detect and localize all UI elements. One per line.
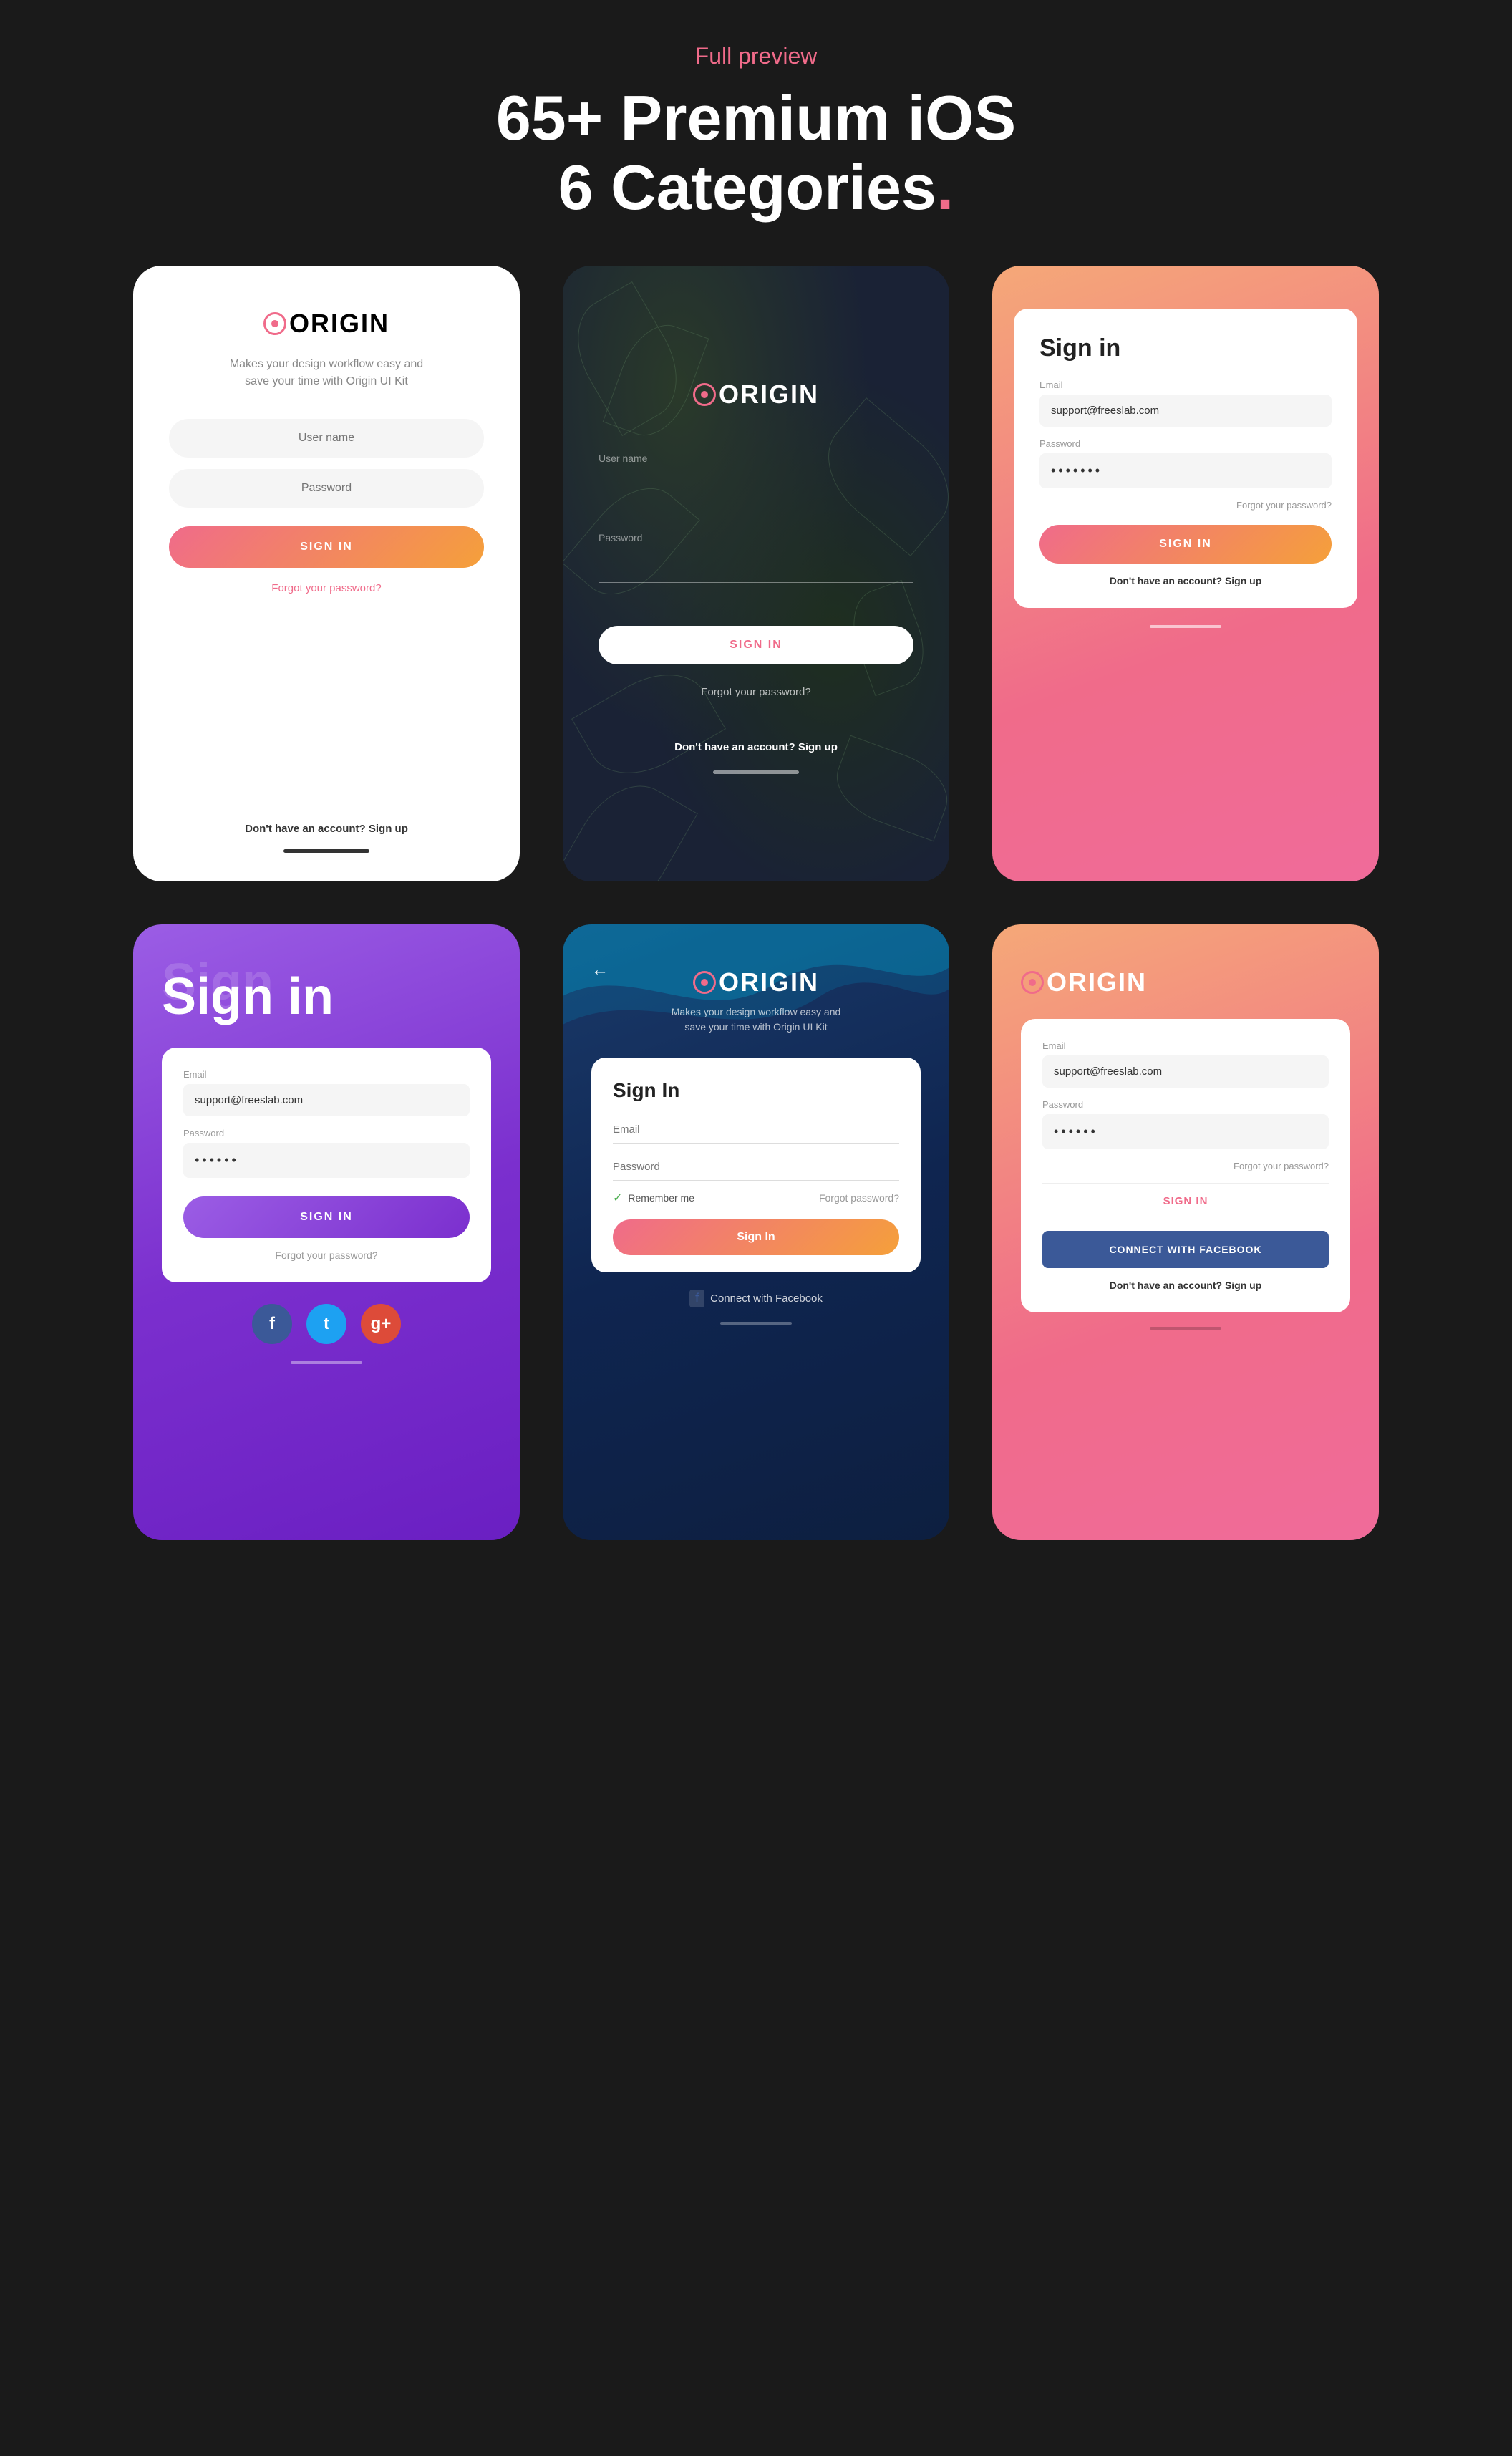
phone3-home-indicator bbox=[1150, 625, 1221, 628]
fb-small-icon: f bbox=[689, 1290, 704, 1307]
phone6-email-label: Email bbox=[1042, 1040, 1329, 1051]
phone3-signin-button[interactable]: SIGN IN bbox=[1040, 525, 1332, 564]
phone4-home-indicator bbox=[291, 1361, 362, 1364]
phone3-password-label: Password bbox=[1040, 438, 1332, 449]
phone2-signin-button[interactable]: SIGN IN bbox=[598, 626, 914, 664]
check-icon: ✓ bbox=[613, 1191, 622, 1205]
phone6-password-input[interactable] bbox=[1042, 1114, 1329, 1149]
logo-icon-1 bbox=[263, 312, 286, 335]
phone5-home-indicator bbox=[720, 1322, 792, 1325]
phone-2-dark: ORIGIN User name Password SIGN IN Forgot… bbox=[563, 266, 949, 881]
phone5-card: Sign In ✓ Remember me Forgot password? S… bbox=[591, 1058, 921, 1272]
phone-1-white: ORIGIN Makes your design workflow easy a… bbox=[133, 266, 520, 881]
twitter-icon[interactable]: t bbox=[306, 1304, 346, 1344]
phone5-connect-fb[interactable]: f Connect with Facebook bbox=[689, 1290, 823, 1307]
header-subtitle: Full preview bbox=[496, 43, 1016, 69]
phone4-signin-button[interactable]: SIGN IN bbox=[183, 1196, 470, 1238]
phone5-signin-button[interactable]: Sign In bbox=[613, 1219, 899, 1255]
phone5-logo: ORIGIN bbox=[693, 967, 819, 997]
phone-grid-row1: ORIGIN Makes your design workflow easy a… bbox=[133, 266, 1379, 881]
phone1-signin-button[interactable]: SIGN IN bbox=[169, 526, 484, 568]
phone-4-purple: Sign Sign in Email Password SIGN IN Forg… bbox=[133, 924, 520, 1540]
phone5-remember-row: ✓ Remember me Forgot password? bbox=[613, 1191, 899, 1205]
phone-3-coral: Sign in Email Password Forgot your passw… bbox=[992, 266, 1379, 881]
phone4-social-icons: f t g+ bbox=[162, 1304, 491, 1344]
phone6-password-label: Password bbox=[1042, 1099, 1329, 1110]
phone2-forgot-link[interactable]: Forgot your password? bbox=[701, 686, 810, 698]
phone4-title: Sign in bbox=[162, 967, 491, 1026]
phone4-forgot-link[interactable]: Forgot your password? bbox=[183, 1249, 470, 1261]
phone1-tagline: Makes your design workflow easy andsave … bbox=[230, 356, 423, 390]
phone2-username-label: User name bbox=[598, 453, 914, 464]
phone-6-coral2: ORIGIN Email Password Forgot your passwo… bbox=[992, 924, 1379, 1540]
phone2-username-input[interactable] bbox=[598, 468, 914, 503]
phone3-card-title: Sign in bbox=[1040, 334, 1332, 362]
phone4-email-input[interactable] bbox=[183, 1084, 470, 1116]
phone1-username-input[interactable] bbox=[169, 419, 484, 458]
phone5-email-input[interactable] bbox=[613, 1116, 899, 1144]
phone2-content: ORIGIN User name Password SIGN IN Forgot… bbox=[598, 379, 914, 774]
phone6-email-input[interactable] bbox=[1042, 1055, 1329, 1088]
googleplus-icon[interactable]: g+ bbox=[361, 1304, 401, 1344]
phone4-password-label: Password bbox=[183, 1128, 470, 1138]
phone1-home-indicator bbox=[284, 849, 369, 853]
phone5-forgot-link[interactable]: Forgot password? bbox=[819, 1192, 899, 1204]
phone3-password-input[interactable] bbox=[1040, 453, 1332, 488]
phone3-email-input[interactable] bbox=[1040, 395, 1332, 427]
phone1-password-input[interactable] bbox=[169, 469, 484, 508]
phone5-content: ← ORIGIN Makes your design workflow easy… bbox=[591, 960, 921, 1325]
facebook-icon[interactable]: f bbox=[252, 1304, 292, 1344]
phone5-back-arrow[interactable]: ← bbox=[591, 960, 609, 980]
phone2-password-input[interactable] bbox=[598, 548, 914, 583]
phone5-tagline: Makes your design workflow easy andsave … bbox=[672, 1005, 841, 1035]
phone3-forgot-link[interactable]: Forgot your password? bbox=[1040, 500, 1332, 511]
phone3-signup-text: Don't have an account? Sign up bbox=[1040, 575, 1332, 586]
phone6-home-indicator bbox=[1150, 1327, 1221, 1330]
logo-icon-2 bbox=[693, 383, 716, 406]
phone5-card-title: Sign In bbox=[613, 1079, 899, 1102]
phone2-logo: ORIGIN bbox=[693, 379, 819, 410]
phone4-password-input[interactable] bbox=[183, 1143, 470, 1178]
page-header: Full preview 65+ Premium iOS 6 Categorie… bbox=[496, 43, 1016, 223]
phone2-signup-text: Don't have an account? Sign up bbox=[674, 741, 838, 753]
phone-5-blue: ← ORIGIN Makes your design workflow easy… bbox=[563, 924, 949, 1540]
phone1-forgot-link[interactable]: Forgot your password? bbox=[271, 582, 381, 594]
phone4-email-label: Email bbox=[183, 1069, 470, 1080]
phone-grid-row2: Sign Sign in Email Password SIGN IN Forg… bbox=[133, 924, 1379, 1540]
logo-icon-6 bbox=[1021, 971, 1044, 994]
phone6-card: Email Password Forgot your password? SIG… bbox=[1021, 1019, 1350, 1312]
phone3-card: Sign in Email Password Forgot your passw… bbox=[1014, 309, 1357, 608]
phone2-password-label: Password bbox=[598, 532, 914, 543]
phone1-logo: ORIGIN bbox=[263, 309, 389, 339]
phone1-signup-text: Don't have an account? Sign up bbox=[245, 794, 408, 835]
header-title: 65+ Premium iOS 6 Categories. bbox=[496, 84, 1016, 223]
phone6-signup-text: Don't have an account? Sign up bbox=[1042, 1280, 1329, 1291]
logo-icon-5 bbox=[693, 971, 716, 994]
phone2-home-indicator bbox=[713, 770, 799, 774]
phone6-signin-link[interactable]: SIGN IN bbox=[1042, 1183, 1329, 1219]
phone6-forgot-link[interactable]: Forgot your password? bbox=[1042, 1161, 1329, 1171]
phone5-remember-label: Remember me bbox=[628, 1192, 694, 1204]
phone3-email-label: Email bbox=[1040, 379, 1332, 390]
phone5-password-input[interactable] bbox=[613, 1154, 899, 1181]
phone6-logo: ORIGIN bbox=[1021, 967, 1350, 997]
phone4-card: Email Password SIGN IN Forgot your passw… bbox=[162, 1048, 491, 1282]
phone6-connect-fb-button[interactable]: CONNECT WITH FACEBOOK bbox=[1042, 1231, 1329, 1268]
